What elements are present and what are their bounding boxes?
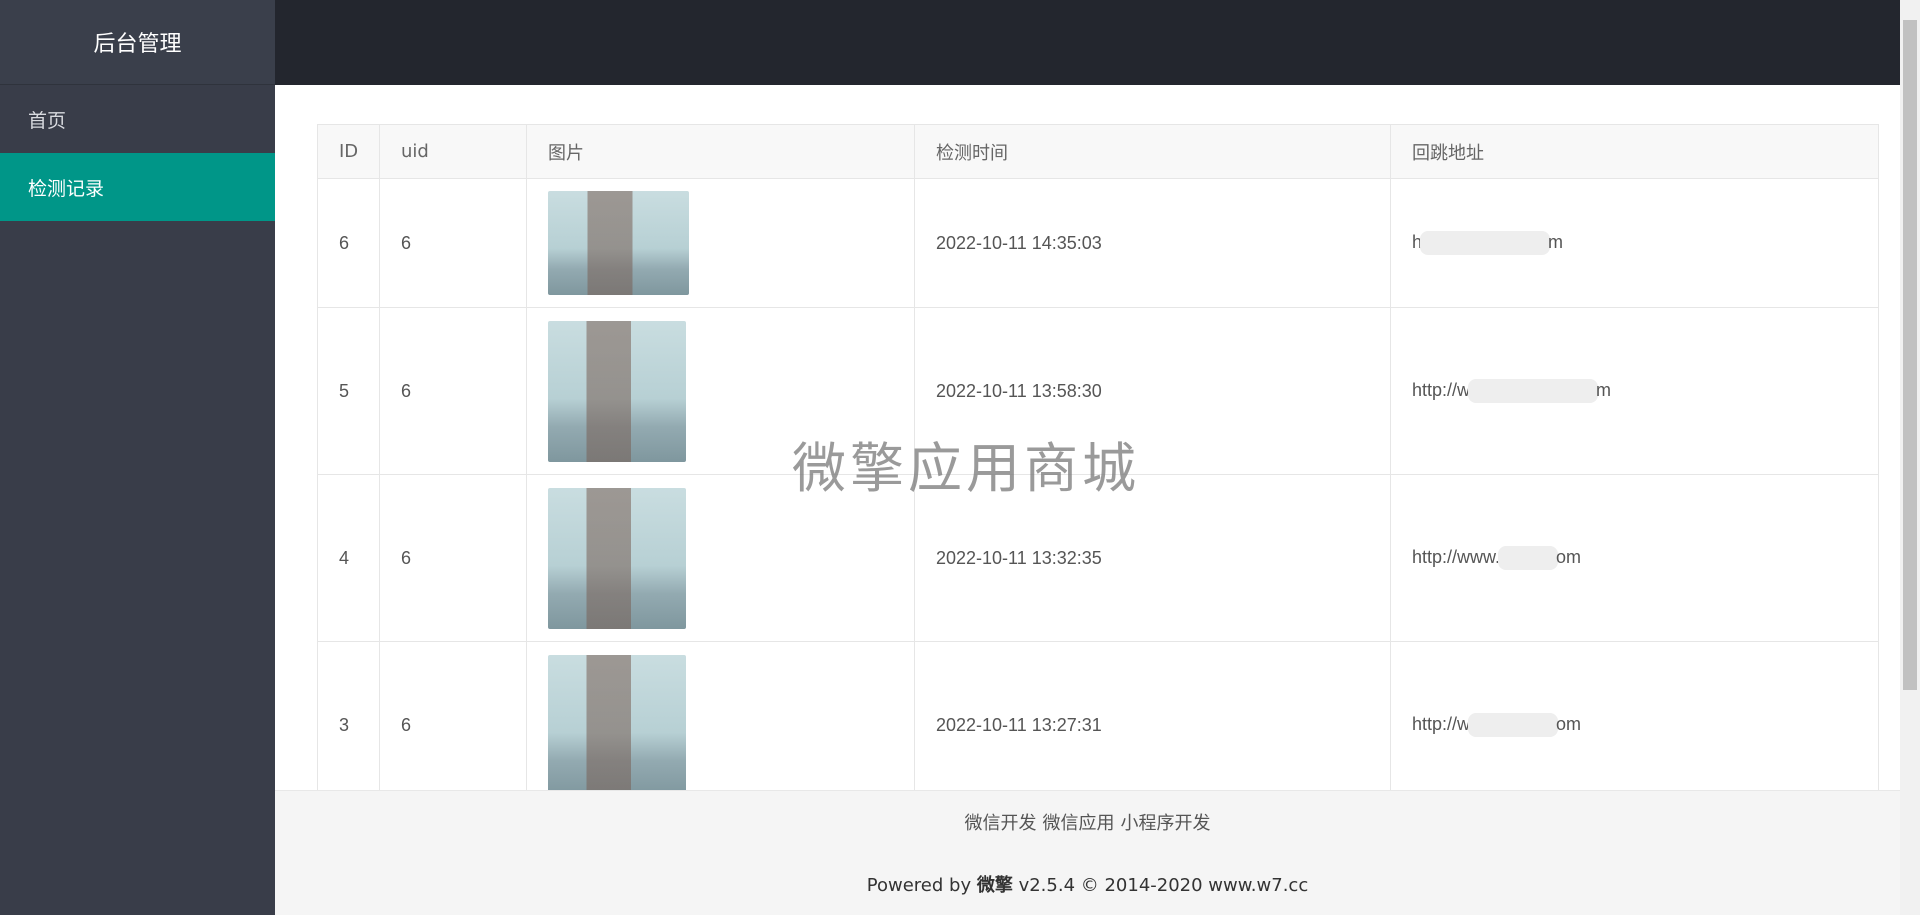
footer-link-wechat-dev[interactable]: 微信开发 <box>965 813 1037 834</box>
cell-time: 2022-10-11 14:35:03 <box>914 178 1391 308</box>
cell-image <box>526 474 915 642</box>
table-row: 4 6 2022-10-11 13:32:35 http://www. om <box>317 474 1879 642</box>
sidebar: 后台管理 首页 检测记录 <box>0 0 275 915</box>
url-prefix: http://w <box>1412 713 1471 734</box>
cell-uid: 6 <box>379 474 527 642</box>
url-prefix: http://w <box>1412 379 1471 400</box>
table-row: 5 6 2022-10-11 13:58:30 http://w m <box>317 307 1879 475</box>
footer-link-miniprogram-dev[interactable]: 小程序开发 <box>1121 813 1211 834</box>
cell-time: 2022-10-11 13:58:30 <box>914 307 1391 475</box>
copyright-suffix: v2.5.4 © 2014-2020 www.w7.cc <box>1012 875 1309 896</box>
url-suffix: m <box>1548 231 1564 252</box>
header-id: ID <box>317 124 380 179</box>
vertical-scrollbar[interactable] <box>1900 0 1920 915</box>
header-uid: uid <box>379 124 527 179</box>
url-suffix: om <box>1556 546 1582 567</box>
cell-uid: 6 <box>379 178 527 308</box>
sidebar-item-home[interactable]: 首页 <box>0 85 275 153</box>
records-table: ID uid 图片 检测时间 回跳地址 6 6 2022-10-11 14:35… <box>317 124 1879 790</box>
table-row: 3 6 2022-10-11 13:27:31 http://w om <box>317 641 1879 790</box>
cell-url: hm <box>1390 178 1879 308</box>
cell-id: 6 <box>317 178 380 308</box>
cell-url: http://w m <box>1390 307 1879 475</box>
cell-id: 5 <box>317 307 380 475</box>
url-redaction <box>1468 713 1559 737</box>
url-redaction <box>1498 546 1559 570</box>
footer-links: 微信开发 微信应用 小程序开发 <box>275 809 1900 835</box>
cell-uid: 6 <box>379 641 527 790</box>
app-logo: 后台管理 <box>0 0 275 85</box>
url-redaction <box>1420 231 1551 255</box>
footer-link-wechat-apps[interactable]: 微信应用 <box>1043 813 1115 834</box>
cell-time: 2022-10-11 13:32:35 <box>914 474 1391 642</box>
cell-image <box>526 178 915 308</box>
cell-url: http://w om <box>1390 641 1879 790</box>
url-prefix: http://www. <box>1412 546 1501 567</box>
footer-copyright: Powered by 微擎 v2.5.4 © 2014-2020 www.w7.… <box>275 871 1900 897</box>
cell-id: 4 <box>317 474 380 642</box>
detection-photo[interactable] <box>548 191 689 295</box>
top-header <box>275 0 1900 85</box>
url-suffix: m <box>1596 379 1612 400</box>
url-suffix: om <box>1556 713 1582 734</box>
copyright-prefix: Powered by <box>866 875 977 896</box>
table-header-row: ID uid 图片 检测时间 回跳地址 <box>317 124 1879 179</box>
cell-url: http://www. om <box>1390 474 1879 642</box>
footer: 微信开发 微信应用 小程序开发 Powered by 微擎 v2.5.4 © 201… <box>275 790 1900 915</box>
brand-name[interactable]: 微擎 <box>977 875 1013 896</box>
sidebar-item-detection-records[interactable]: 检测记录 <box>0 153 275 221</box>
table-row: 6 6 2022-10-11 14:35:03 hm <box>317 178 1879 308</box>
header-detect-time: 检测时间 <box>914 124 1391 179</box>
cell-image <box>526 307 915 475</box>
records-table-container: ID uid 图片 检测时间 回跳地址 6 6 2022-10-11 14:35… <box>317 124 1879 790</box>
cell-image <box>526 641 915 790</box>
main-content: ID uid 图片 检测时间 回跳地址 6 6 2022-10-11 14:35… <box>275 85 1900 790</box>
detection-photo[interactable] <box>548 487 686 629</box>
detection-photo[interactable] <box>548 320 686 462</box>
header-image: 图片 <box>526 124 915 179</box>
cell-id: 3 <box>317 641 380 790</box>
cell-time: 2022-10-11 13:27:31 <box>914 641 1391 790</box>
scrollbar-thumb[interactable] <box>1903 20 1917 690</box>
detection-photo[interactable] <box>548 654 686 790</box>
cell-uid: 6 <box>379 307 527 475</box>
header-redirect-url: 回跳地址 <box>1390 124 1879 179</box>
url-redaction <box>1468 379 1599 403</box>
